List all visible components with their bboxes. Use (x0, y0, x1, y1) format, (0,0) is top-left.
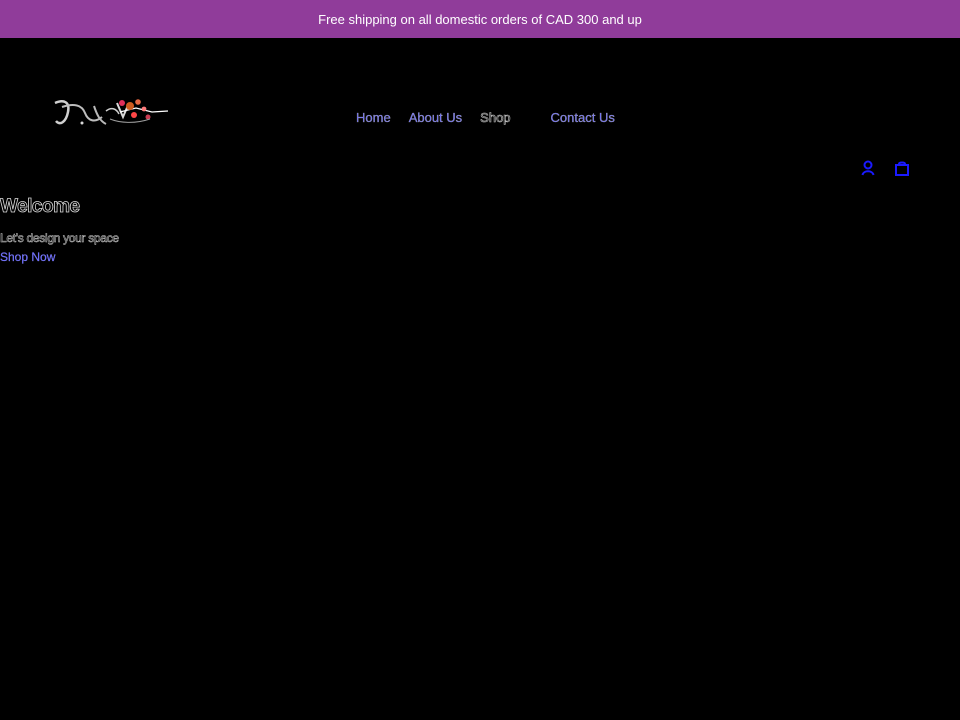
account-icon[interactable] (859, 159, 877, 177)
hero-title: Welcome (0, 196, 80, 218)
logo-graphic (54, 99, 169, 125)
site-logo[interactable] (50, 93, 172, 133)
nav-contact-us[interactable]: Contact Us (550, 110, 615, 125)
nav-home[interactable]: Home (356, 110, 391, 125)
cart-icon[interactable] (893, 159, 911, 177)
hero-subtitle: Let's design your space (0, 231, 119, 246)
nav-about-us[interactable]: About Us (409, 110, 463, 125)
bag-icon (895, 161, 909, 176)
hero-section: Welcome Let's design your space Shop Now (0, 196, 119, 266)
announcement-bar: Free shipping on all domestic orders of … (0, 0, 960, 38)
main-nav: Home About Us Shop Contact Us (356, 110, 633, 126)
user-icon (861, 160, 875, 176)
announcement-text: Free shipping on all domestic orders of … (318, 11, 642, 27)
site-header: Home About Us Shop Contact Us (0, 38, 960, 198)
nav-shop[interactable]: Shop (480, 110, 511, 126)
chevron-down-icon[interactable] (515, 113, 527, 123)
shop-now-link[interactable]: Shop Now (0, 250, 55, 264)
